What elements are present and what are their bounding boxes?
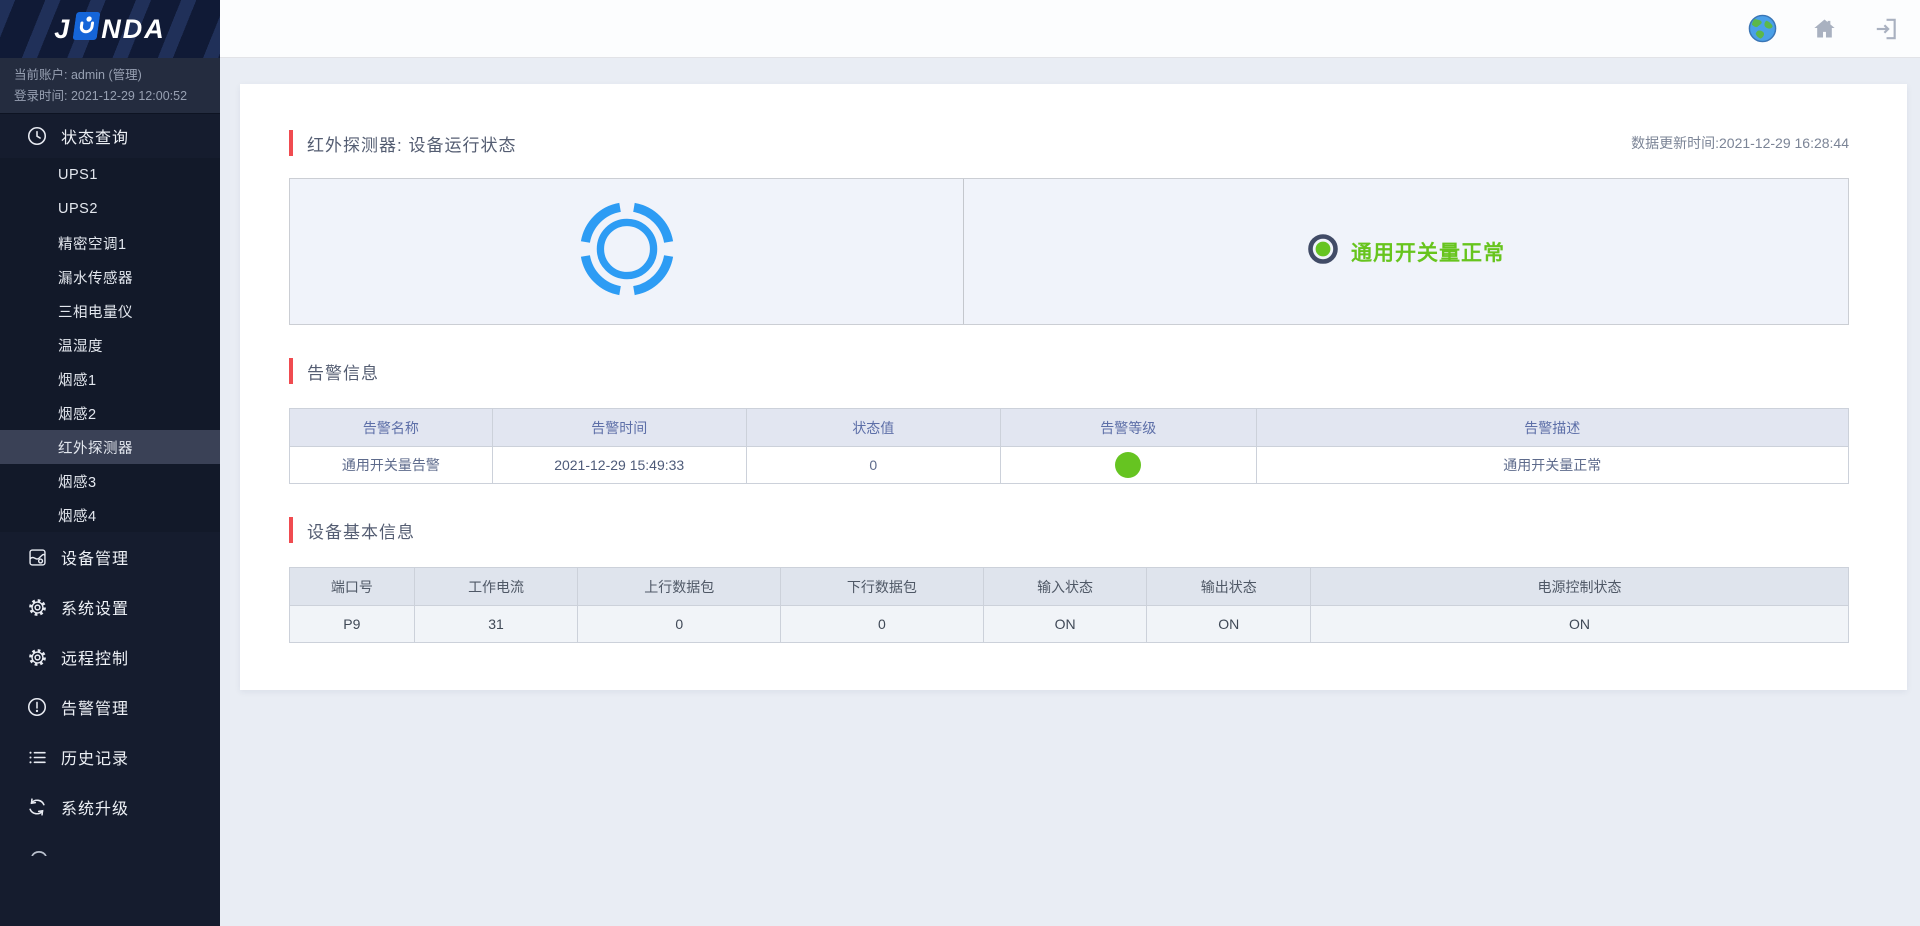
topbar [220, 0, 1920, 58]
port-cell: P9 [290, 606, 415, 643]
sidebar-item-precision-ac1[interactable]: 精密空调1 [0, 226, 220, 260]
sidebar-item-device-management[interactable]: 设备管理 [0, 532, 220, 582]
sidebar-item-smoke2[interactable]: 烟感2 [0, 396, 220, 430]
home-icon[interactable] [1808, 13, 1840, 45]
sidebar-item-history-records[interactable]: 历史记录 [0, 732, 220, 782]
devices-icon [26, 546, 48, 568]
alarm-table-row: 通用开关量告警 2021-12-29 15:49:33 0 通用开关量正常 [290, 447, 1849, 484]
sidebar-item-label: 历史记录 [61, 745, 129, 769]
main-content: 红外探测器: 设备运行状态 数据更新时间:2021-12-29 16:28:44 [220, 58, 1920, 926]
section-alarm-header: 告警信息 [289, 358, 1849, 384]
sidebar-item-label: 设备管理 [61, 545, 129, 569]
alarm-desc-cell: 通用开关量正常 [1256, 447, 1848, 484]
sidebar-item-three-phase-meter[interactable]: 三相电量仪 [0, 294, 220, 328]
alert-circle-icon [26, 696, 48, 718]
status-ring-icon [1307, 233, 1339, 270]
alarm-name-cell: 通用开关量告警 [290, 447, 493, 484]
sidebar-item-remote-control[interactable]: 远程控制 [0, 632, 220, 682]
sidebar-item-infrared-detector[interactable]: 红外探测器 [0, 430, 220, 464]
refresh-icon [26, 796, 48, 818]
globe-icon[interactable] [1746, 13, 1778, 45]
sidebar-item-system-upgrade[interactable]: 系统升级 [0, 782, 220, 832]
alarm-level-cell [1000, 447, 1256, 484]
accent-bar [289, 517, 293, 543]
col-alarm-time: 告警时间 [492, 409, 746, 447]
device-status-panel [290, 179, 963, 324]
input-state-cell: ON [983, 606, 1147, 643]
output-state-cell: ON [1147, 606, 1311, 643]
status-panels: 通用开关量正常 [289, 178, 1849, 325]
current-cell: 31 [414, 606, 578, 643]
sidebar-item-smoke1[interactable]: 烟感1 [0, 362, 220, 396]
sidebar-item-system-settings[interactable]: 系统设置 [0, 582, 220, 632]
col-alarm-level: 告警等级 [1000, 409, 1256, 447]
green-level-dot [1115, 452, 1141, 478]
junda-logo: J NDA [54, 12, 166, 47]
partial-menu-icon [30, 843, 48, 861]
gear-icon [26, 596, 48, 618]
status-value-cell: 0 [746, 447, 1000, 484]
page-title: 红外探测器: 设备运行状态 [307, 131, 516, 156]
col-alarm-name: 告警名称 [290, 409, 493, 447]
logo-area: J NDA [0, 0, 220, 58]
data-update-time: 数据更新时间:2021-12-29 16:28:44 [1631, 133, 1849, 153]
sidebar-item-ups1[interactable]: UPS1 [0, 158, 220, 192]
device-info-table: 端口号 工作电流 上行数据包 下行数据包 输入状态 输出状态 电源控制状态 P9 [289, 567, 1849, 643]
upstream-cell: 0 [578, 606, 781, 643]
infrared-detector-icon [572, 194, 682, 309]
device-table-row: P9 31 0 0 ON ON ON [290, 606, 1849, 643]
sidebar-item-water-leak-sensor[interactable]: 漏水传感器 [0, 260, 220, 294]
col-port: 端口号 [290, 568, 415, 606]
sidebar: J NDA 当前账户: admin (管理) 登录时间: 2021-12-29 … [0, 0, 220, 926]
col-output-state: 输出状态 [1147, 568, 1311, 606]
sidebar-item-label: 系统升级 [61, 795, 129, 819]
status-card: 红外探测器: 设备运行状态 数据更新时间:2021-12-29 16:28:44 [240, 84, 1907, 690]
downstream-cell: 0 [781, 606, 984, 643]
alarm-time-cell: 2021-12-29 15:49:33 [492, 447, 746, 484]
account-info: 当前账户: admin (管理) 登录时间: 2021-12-29 12:00:… [0, 58, 220, 114]
accent-bar [289, 130, 293, 156]
account-current: 当前账户: admin (管理) [14, 65, 220, 86]
alarm-table-header-row: 告警名称 告警时间 状态值 告警等级 告警描述 [290, 409, 1849, 447]
section-device-info-header: 设备基本信息 [289, 517, 1849, 543]
device-submenu: UPS1 UPS2 精密空调1 漏水传感器 三相电量仪 温湿度 烟感1 烟感2 … [0, 158, 220, 532]
logo-text-suffix: NDA [101, 14, 166, 45]
gear-icon [26, 646, 48, 668]
sidebar-item-label: 告警管理 [61, 695, 129, 719]
account-login-time: 登录时间: 2021-12-29 12:00:52 [14, 86, 220, 107]
sidebar-item-label: 远程控制 [61, 645, 129, 669]
sidebar-item-label: 系统设置 [61, 595, 129, 619]
status-text: 通用开关量正常 [1351, 237, 1505, 267]
alarm-section-title: 告警信息 [307, 359, 379, 384]
sidebar-item-ups2[interactable]: UPS2 [0, 192, 220, 226]
list-icon [26, 746, 48, 768]
sidebar-item-smoke4[interactable]: 烟感4 [0, 498, 220, 532]
col-alarm-desc: 告警描述 [1256, 409, 1848, 447]
col-downstream-packets: 下行数据包 [781, 568, 984, 606]
sidebar-item-status-query[interactable]: 状态查询 [0, 114, 220, 158]
sidebar-item-smoke3[interactable]: 烟感3 [0, 464, 220, 498]
col-upstream-packets: 上行数据包 [578, 568, 781, 606]
switch-status-panel: 通用开关量正常 [963, 179, 1848, 324]
col-status-value: 状态值 [746, 409, 1000, 447]
col-power-control-state: 电源控制状态 [1311, 568, 1849, 606]
sidebar-menu: 状态查询 UPS1 UPS2 精密空调1 漏水传感器 三相电量仪 温湿度 烟感1… [0, 114, 220, 832]
device-info-section-title: 设备基本信息 [307, 518, 415, 543]
section-device-status-header: 红外探测器: 设备运行状态 数据更新时间:2021-12-29 16:28:44 [289, 130, 1849, 156]
logout-icon[interactable] [1870, 13, 1902, 45]
clock-icon [26, 125, 48, 147]
sidebar-item-temp-humidity[interactable]: 温湿度 [0, 328, 220, 362]
app-window: J NDA 当前账户: admin (管理) 登录时间: 2021-12-29 … [0, 0, 1920, 926]
sidebar-item-alarm-management[interactable]: 告警管理 [0, 682, 220, 732]
sidebar-item-label: 状态查询 [61, 124, 129, 148]
logo-u-icon [72, 12, 101, 47]
device-table-header-row: 端口号 工作电流 上行数据包 下行数据包 输入状态 输出状态 电源控制状态 [290, 568, 1849, 606]
col-working-current: 工作电流 [414, 568, 578, 606]
accent-bar [289, 358, 293, 384]
alarm-table: 告警名称 告警时间 状态值 告警等级 告警描述 通用开关量告警 2021-12-… [289, 408, 1849, 484]
power-state-cell: ON [1311, 606, 1849, 643]
logo-text-prefix: J [54, 14, 71, 45]
col-input-state: 输入状态 [983, 568, 1147, 606]
